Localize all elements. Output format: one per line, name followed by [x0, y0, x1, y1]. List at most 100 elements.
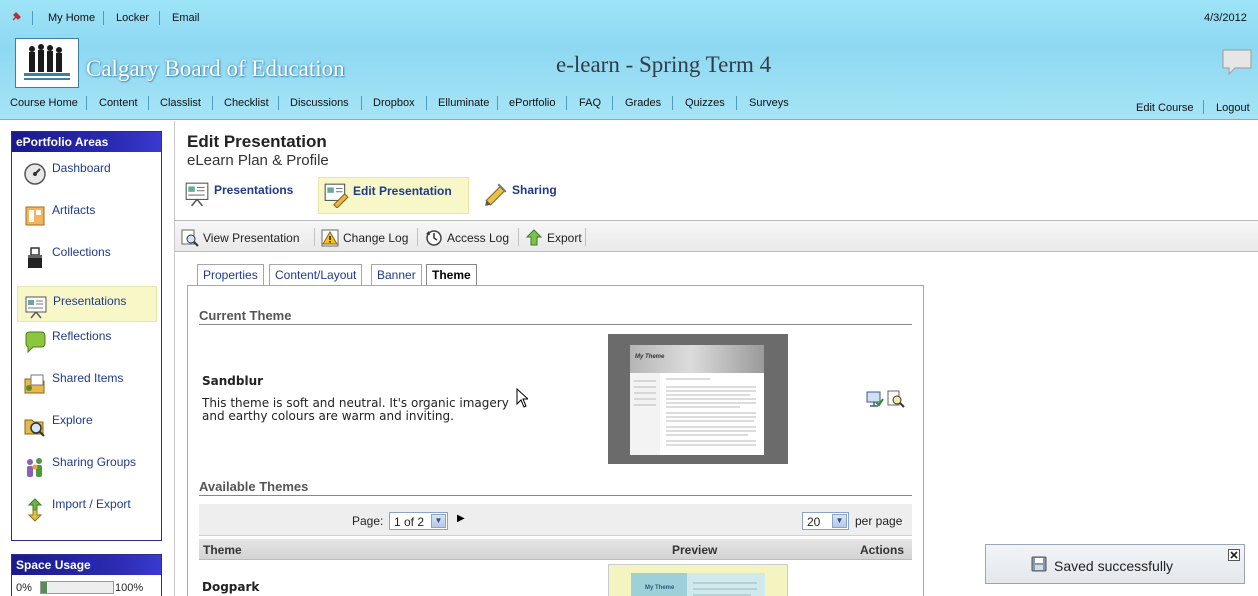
sidebar-item-sharing-groups[interactable]: Sharing Groups — [17, 448, 157, 484]
toolbar-label: Access Log — [447, 231, 510, 245]
sidebar-item-import-export[interactable]: Import / Export — [17, 490, 157, 526]
themes-table-header: Theme Preview Actions — [199, 539, 912, 560]
subtab-theme[interactable]: Theme — [426, 264, 477, 286]
theme-row-preview[interactable]: My Theme — [608, 564, 788, 596]
tab-presentations[interactable]: Presentations — [181, 177, 311, 214]
sidebar-item-label: Collections — [52, 245, 111, 259]
page-select-value: 1 of 2 — [394, 515, 425, 529]
tab-edit-presentation[interactable]: Edit Presentation — [318, 177, 469, 214]
sidebar-item-collections[interactable]: Collections — [17, 238, 157, 274]
theme-row-preview-page: My Theme — [631, 573, 765, 596]
access-log-icon — [425, 229, 443, 247]
nav-faq[interactable]: FAQ — [579, 97, 601, 109]
edit-course-link[interactable]: Edit Course — [1136, 102, 1193, 114]
sidebar-item-label: Sharing Groups — [52, 455, 137, 469]
nav-grades[interactable]: Grades — [625, 97, 661, 109]
sidebar-item-explore[interactable]: Explore — [17, 406, 157, 442]
separator — [426, 96, 427, 110]
separator — [32, 11, 33, 25]
locker-link[interactable]: Locker — [116, 12, 149, 24]
nav-dropbox[interactable]: Dropbox — [373, 97, 415, 109]
theme-row-preview-banner: My Theme — [631, 573, 687, 596]
sidebar-item-shared-items[interactable]: Shared Items — [17, 364, 157, 400]
save-disk-icon — [1031, 556, 1047, 572]
pin-icon[interactable] — [10, 11, 22, 23]
separator — [518, 228, 519, 246]
nav-classlist[interactable]: Classlist — [160, 97, 201, 109]
email-link[interactable]: Email — [172, 12, 200, 24]
access-log-button[interactable]: Access Log — [425, 229, 517, 247]
separator — [585, 228, 586, 246]
page-subtitle: eLearn Plan & Profile — [187, 152, 329, 169]
nav-course-home[interactable]: Course Home — [10, 97, 78, 109]
tab-label: Sharing — [512, 183, 557, 197]
presentations-icon — [184, 181, 210, 207]
theme-banner-text: My Theme — [635, 354, 665, 360]
separator — [148, 96, 149, 110]
apply-theme-icon[interactable] — [866, 390, 884, 408]
close-icon[interactable] — [1228, 549, 1240, 561]
sidebar-item-artifacts[interactable]: Artifacts — [17, 196, 157, 232]
sidebar-item-dashboard[interactable]: Dashboard — [17, 154, 157, 190]
action-toolbar: View Presentation Change Log Access Log … — [175, 220, 1258, 252]
eportfolio-areas-panel: ePortfolio Areas Dashboard Artifacts Col… — [11, 131, 162, 541]
current-theme-heading: Current Theme — [199, 308, 292, 323]
usage-min-label: 0% — [16, 582, 32, 594]
tab-sharing[interactable]: Sharing — [480, 177, 570, 214]
import-export-icon — [23, 498, 47, 522]
separator — [417, 228, 418, 246]
sidebar-item-label: Presentations — [53, 294, 127, 308]
nav-checklist[interactable]: Checklist — [224, 97, 269, 109]
course-title: e-learn - Spring Term 4 — [556, 52, 772, 77]
logout-link[interactable]: Logout — [1216, 102, 1250, 114]
separator — [736, 96, 737, 110]
section-divider — [199, 495, 912, 496]
page-select[interactable]: 1 of 2 ▼ — [389, 512, 448, 530]
theme-preview-lines — [634, 378, 756, 446]
separator — [612, 96, 613, 110]
current-theme-description: This theme is soft and neutral. It's org… — [202, 396, 509, 423]
sharing-icon — [483, 181, 509, 207]
pager-bar: Page: 1 of 2 ▼ ▶ 20 ▼ per page — [199, 504, 912, 536]
eportfolio-areas-title: ePortfolio Areas — [12, 132, 161, 152]
nav-discussions[interactable]: Discussions — [290, 97, 349, 109]
cbe-logo[interactable] — [15, 38, 79, 88]
nav-elluminate[interactable]: Elluminate — [438, 97, 489, 109]
separator — [103, 11, 104, 25]
current-theme-preview[interactable]: My Theme — [608, 334, 788, 464]
view-presentation-button[interactable]: View Presentation — [181, 229, 311, 247]
sidebar-item-label: Explore — [52, 413, 93, 427]
nav-eportfolio[interactable]: ePortfolio — [509, 97, 555, 109]
nav-surveys[interactable]: Surveys — [749, 97, 789, 109]
saved-notification: Saved successfully — [985, 544, 1245, 584]
separator — [278, 96, 279, 110]
change-log-button[interactable]: Change Log — [321, 229, 416, 247]
toolbar-label: Export — [547, 231, 582, 245]
nav-quizzes[interactable]: Quizzes — [685, 97, 725, 109]
nav-content[interactable]: Content — [99, 97, 138, 109]
space-usage-title: Space Usage — [12, 555, 161, 575]
subtab-properties[interactable]: Properties — [197, 264, 264, 285]
reflections-icon — [23, 330, 47, 354]
tab-label: Presentations — [214, 183, 294, 197]
theme-banner: My Theme — [630, 345, 764, 373]
sidebar-item-reflections[interactable]: Reflections — [17, 322, 157, 358]
my-home-link[interactable]: My Home — [48, 12, 95, 24]
per-page-select[interactable]: 20 ▼ — [802, 512, 849, 530]
edit-presentation-icon — [323, 182, 349, 209]
subtab-content-layout[interactable]: Content/Layout — [269, 264, 363, 285]
preview-theme-icon[interactable] — [887, 390, 905, 408]
separator — [672, 96, 673, 110]
chat-bubble-icon[interactable] — [1221, 48, 1253, 76]
page-title: Edit Presentation — [187, 132, 327, 151]
separator — [159, 11, 160, 25]
next-page-icon[interactable]: ▶ — [457, 513, 465, 524]
sidebar-item-presentations[interactable]: Presentations — [17, 286, 157, 322]
theme-preview-page: My Theme — [630, 345, 764, 455]
theme-row-banner-text: My Theme — [645, 585, 675, 591]
space-usage-fill — [41, 582, 47, 593]
dashboard-icon — [23, 162, 47, 186]
export-button[interactable]: Export — [525, 229, 587, 247]
subtab-banner[interactable]: Banner — [371, 264, 422, 285]
toolbar-label: View Presentation — [203, 231, 300, 245]
